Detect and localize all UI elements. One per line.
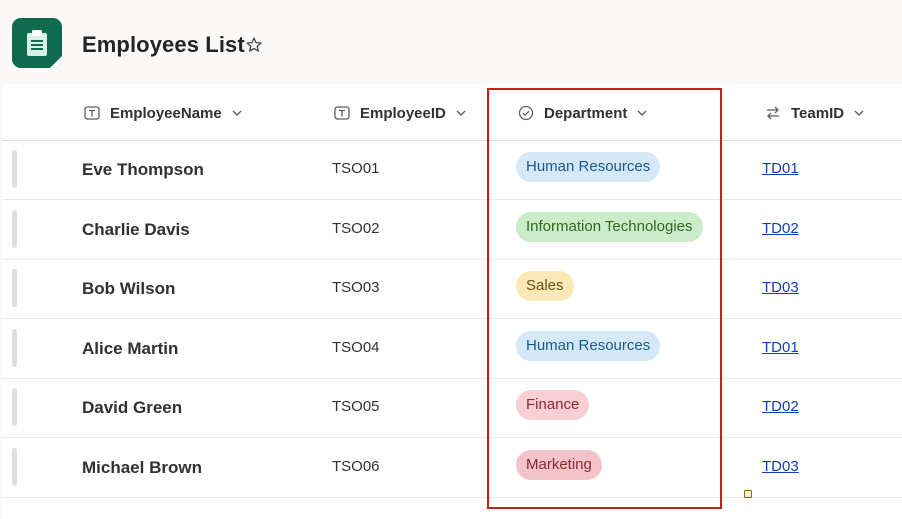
choice-field-icon: [518, 105, 534, 121]
column-header-teamid[interactable]: TeamID: [765, 102, 864, 124]
column-header-employeeid[interactable]: EmployeeID: [334, 102, 466, 124]
row-select-handle[interactable]: [12, 448, 17, 486]
team-id-link[interactable]: TD02: [762, 398, 799, 415]
employee-name-cell: Eve Thompson: [82, 160, 204, 179]
team-id-link[interactable]: TD01: [762, 339, 799, 356]
row-divider: [2, 497, 902, 498]
row-select-handle[interactable]: [12, 388, 17, 426]
chevron-down-icon[interactable]: [456, 110, 466, 116]
column-header-employeename[interactable]: EmployeeName: [84, 102, 242, 124]
table-row[interactable]: Eve Thompson TSO01 Human Resources TD01: [2, 141, 902, 200]
row-select-handle[interactable]: [12, 210, 17, 248]
department-pill: Information Technologies: [516, 212, 703, 242]
clipboard-glyph: [27, 30, 47, 56]
table-row[interactable]: Bob Wilson TSO03 Sales TD03: [2, 260, 902, 319]
row-divider: [2, 199, 902, 200]
list-view: EmployeeName EmployeeID Department TeamI…: [2, 84, 902, 519]
column-label: EmployeeID: [360, 104, 446, 122]
department-pill: Finance: [516, 390, 590, 420]
employee-id-cell: TSO06: [332, 458, 380, 475]
table-row[interactable]: Charlie Davis TSO02 Information Technolo…: [2, 201, 902, 260]
chevron-down-icon[interactable]: [637, 110, 647, 116]
employee-id-cell: TSO01: [332, 160, 380, 177]
text-field-icon: [84, 106, 100, 120]
team-id-link[interactable]: TD02: [762, 220, 799, 237]
column-label: TeamID: [791, 104, 845, 122]
employee-id-cell: TSO05: [332, 398, 380, 415]
team-id-link[interactable]: TD03: [762, 279, 799, 296]
column-label: Department: [544, 104, 628, 122]
employee-name-cell: David Green: [82, 398, 183, 417]
employee-name-cell: Bob Wilson: [82, 279, 176, 298]
list-header: Employees List: [0, 0, 902, 84]
clipboard-list-icon: [12, 18, 62, 68]
department-pill: Human Resources: [516, 331, 661, 361]
row-select-handle[interactable]: [12, 150, 17, 188]
row-divider: [2, 437, 902, 438]
employee-id-cell: TSO04: [332, 339, 380, 356]
star-outline-icon[interactable]: [245, 36, 263, 59]
column-label: EmployeeName: [110, 104, 222, 122]
employee-name-cell: Charlie Davis: [82, 220, 190, 239]
text-field-icon: [334, 106, 350, 120]
table-row[interactable]: Michael Brown TSO06 Marketing TD03: [2, 439, 902, 498]
table-row[interactable]: David Green TSO05 Finance TD02: [2, 379, 902, 438]
row-divider: [2, 318, 902, 319]
app-icon-fold: [50, 56, 62, 68]
employee-name-cell: Alice Martin: [82, 339, 179, 358]
employee-id-cell: TSO03: [332, 279, 380, 296]
page-title: Employees List: [82, 32, 245, 57]
employee-name-cell: Michael Brown: [82, 458, 202, 477]
department-pill: Human Resources: [516, 152, 661, 182]
resize-handle[interactable]: [744, 490, 752, 498]
column-header-department[interactable]: Department: [518, 102, 647, 124]
chevron-down-icon[interactable]: [232, 110, 242, 116]
employee-id-cell: TSO02: [332, 220, 380, 237]
department-pill: Marketing: [516, 450, 602, 480]
table-row[interactable]: Alice Martin TSO04 Human Resources TD01: [2, 320, 902, 379]
row-select-handle[interactable]: [12, 269, 17, 307]
team-id-link[interactable]: TD03: [762, 458, 799, 475]
department-pill: Sales: [516, 271, 574, 301]
lookup-field-icon: [765, 106, 781, 120]
chevron-down-icon[interactable]: [854, 110, 864, 116]
team-id-link[interactable]: TD01: [762, 160, 799, 177]
row-select-handle[interactable]: [12, 329, 17, 367]
